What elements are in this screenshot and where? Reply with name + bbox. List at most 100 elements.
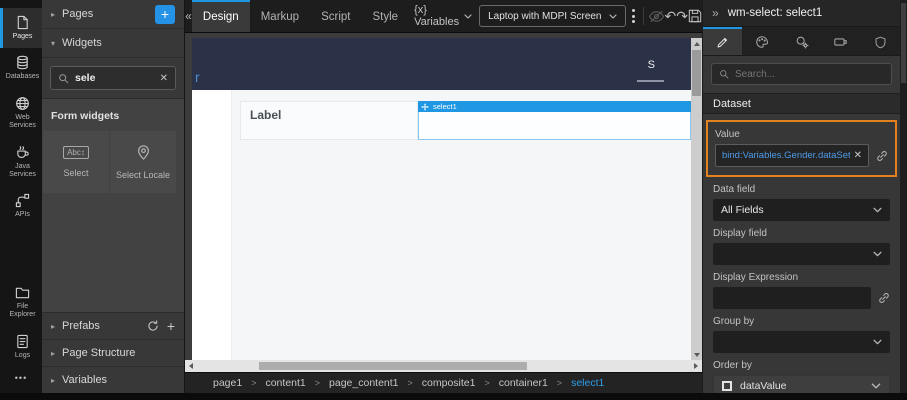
tab-search-settings[interactable] xyxy=(782,27,821,55)
rail-item-java-services[interactable]: Java Services xyxy=(0,138,42,187)
add-prefab-button[interactable]: + xyxy=(167,318,175,334)
page-content-area[interactable]: Label select1 xyxy=(232,90,691,360)
group-by-select[interactable] xyxy=(713,331,890,353)
folder-icon xyxy=(15,285,30,300)
properties-panel-scrollbar[interactable] xyxy=(900,0,907,393)
order-by-row-datavalue[interactable]: dataValue xyxy=(713,375,890,393)
widget-selection-bar[interactable]: select1 xyxy=(418,101,691,112)
rail-item-databases[interactable]: Databases xyxy=(0,48,42,88)
bind-link-icon[interactable] xyxy=(878,292,890,304)
breadcrumb-item-select1[interactable]: select1 xyxy=(571,377,604,389)
checkbox-icon[interactable] xyxy=(722,381,732,391)
variables-dropdown[interactable]: {x} Variables xyxy=(414,0,472,32)
selected-select-widget[interactable]: select1 xyxy=(418,101,691,140)
scroll-down-icon[interactable] xyxy=(691,349,702,360)
kebab-menu-icon[interactable] xyxy=(629,0,640,32)
tab-styles-palette[interactable] xyxy=(742,27,781,55)
widget-search-input[interactable] xyxy=(75,72,154,84)
data-field-value: All Fields xyxy=(721,204,764,216)
undo-icon[interactable]: ↶ xyxy=(665,0,677,32)
tab-properties-pencil[interactable] xyxy=(703,27,742,55)
properties-scroll-thumb[interactable] xyxy=(901,3,906,83)
rail-label: Databases xyxy=(6,73,39,81)
data-field-select[interactable]: All Fields xyxy=(713,199,890,221)
expand-panel-icon[interactable]: » xyxy=(712,6,719,20)
tab-style[interactable]: Style xyxy=(361,0,409,32)
caret-right-icon: ▸ xyxy=(51,322,55,331)
form-label[interactable]: Label xyxy=(240,101,418,140)
breadcrumb-separator: > xyxy=(484,378,489,388)
widgets-accordion-header[interactable]: ▾ Widgets xyxy=(42,29,184,58)
display-field-label: Display field xyxy=(713,228,890,239)
variables-accordion-header[interactable]: ▸ Variables xyxy=(42,366,184,393)
scroll-up-icon[interactable] xyxy=(691,38,702,49)
breadcrumb-item-container1[interactable]: container1 xyxy=(499,377,548,389)
database-icon xyxy=(15,55,30,70)
variables-dropdown-label: {x} Variables xyxy=(414,4,459,28)
preview-hidden-icon[interactable] xyxy=(648,0,665,32)
wavemaker-studio-window: Pages Databases Web Services Java Servic… xyxy=(0,0,907,400)
clear-search-icon[interactable]: ✕ xyxy=(160,73,168,84)
value-binding-input[interactable]: bind:Variables.Gender.dataSet ✕ xyxy=(715,144,869,167)
scroll-right-icon[interactable] xyxy=(690,360,702,372)
chevron-down-icon xyxy=(873,339,882,345)
prefabs-accordion-header[interactable]: ▸ Prefabs + xyxy=(42,312,184,339)
tab-design[interactable]: Design xyxy=(192,0,250,32)
rail-label: Logs xyxy=(15,352,30,360)
canvas-horizontal-scrollbar[interactable] xyxy=(185,360,702,372)
breadcrumb-item-content1[interactable]: content1 xyxy=(265,377,305,389)
breadcrumb-item-composite1[interactable]: composite1 xyxy=(422,377,476,389)
rail-item-web-services[interactable]: Web Services xyxy=(0,89,42,138)
add-page-button[interactable]: + xyxy=(155,5,175,24)
tab-script[interactable]: Script xyxy=(310,0,361,32)
pages-accordion-header[interactable]: ▸ Pages + xyxy=(42,0,184,29)
left-icon-rail: Pages Databases Web Services Java Servic… xyxy=(0,0,42,393)
properties-panel-header: » wm-select: select1 xyxy=(703,0,900,27)
dataset-section-body: Value bind:Variables.Gender.dataSet ✕ Da… xyxy=(703,114,900,393)
header-link-underline xyxy=(637,80,664,82)
rail-item-apis[interactable]: APIs xyxy=(0,186,42,226)
order-by-label: Order by xyxy=(713,360,890,371)
widget-category-title: Form widgets xyxy=(42,99,184,131)
chevron-down-icon[interactable] xyxy=(871,383,881,389)
select-widget-body[interactable] xyxy=(418,112,691,140)
page-structure-accordion-header[interactable]: ▸ Page Structure xyxy=(42,339,184,366)
properties-search-input[interactable] xyxy=(735,69,884,80)
tab-markup[interactable]: Markup xyxy=(250,0,310,32)
scroll-left-icon[interactable] xyxy=(185,360,197,372)
widget-search-box[interactable]: ✕ xyxy=(50,66,176,90)
refresh-icon[interactable] xyxy=(147,320,159,332)
redo-icon[interactable]: ↷ xyxy=(676,0,688,32)
rail-item-file-explorer[interactable]: File Explorer xyxy=(0,278,42,327)
display-field-select[interactable] xyxy=(713,243,890,265)
display-expression-input[interactable] xyxy=(713,287,871,309)
collapse-panel-icon[interactable]: « xyxy=(185,0,192,32)
page-header-bar[interactable]: r S xyxy=(192,38,691,90)
rail-item-logs[interactable]: Logs xyxy=(0,327,42,367)
breadcrumb-separator: > xyxy=(315,378,320,388)
vertical-scroll-thumb[interactable] xyxy=(692,50,701,96)
properties-search-box[interactable] xyxy=(711,63,892,85)
breadcrumb-separator: > xyxy=(557,378,562,388)
tab-device-settings[interactable] xyxy=(821,27,860,55)
device-selector[interactable]: Laptop with MDPI Screen xyxy=(479,5,625,27)
breadcrumb-item-page1[interactable]: page1 xyxy=(213,377,242,389)
horizontal-scroll-thumb[interactable] xyxy=(259,362,527,370)
caret-down-icon: ▾ xyxy=(51,39,55,48)
save-icon[interactable] xyxy=(688,0,702,32)
widget-tile-select[interactable]: Abc↕ Select xyxy=(43,131,109,193)
rail-item-pages[interactable]: Pages xyxy=(0,8,42,48)
move-handle-icon[interactable] xyxy=(421,103,429,111)
location-pin-icon xyxy=(135,144,152,161)
bind-link-icon[interactable] xyxy=(876,150,888,162)
clear-binding-icon[interactable]: ✕ xyxy=(854,150,862,161)
dataset-section-header[interactable]: Dataset xyxy=(703,93,900,114)
chevron-down-icon xyxy=(464,14,472,19)
breadcrumb-item-page-content1[interactable]: page_content1 xyxy=(329,377,398,389)
more-options-icon[interactable]: ••• xyxy=(0,367,42,393)
page-canvas[interactable]: r S Label xyxy=(192,38,691,360)
page-left-column[interactable] xyxy=(192,90,232,360)
widget-tile-select-locale[interactable]: Select Locale xyxy=(110,131,176,193)
tab-security-shield[interactable] xyxy=(861,27,900,55)
canvas-vertical-scrollbar[interactable] xyxy=(691,38,702,360)
